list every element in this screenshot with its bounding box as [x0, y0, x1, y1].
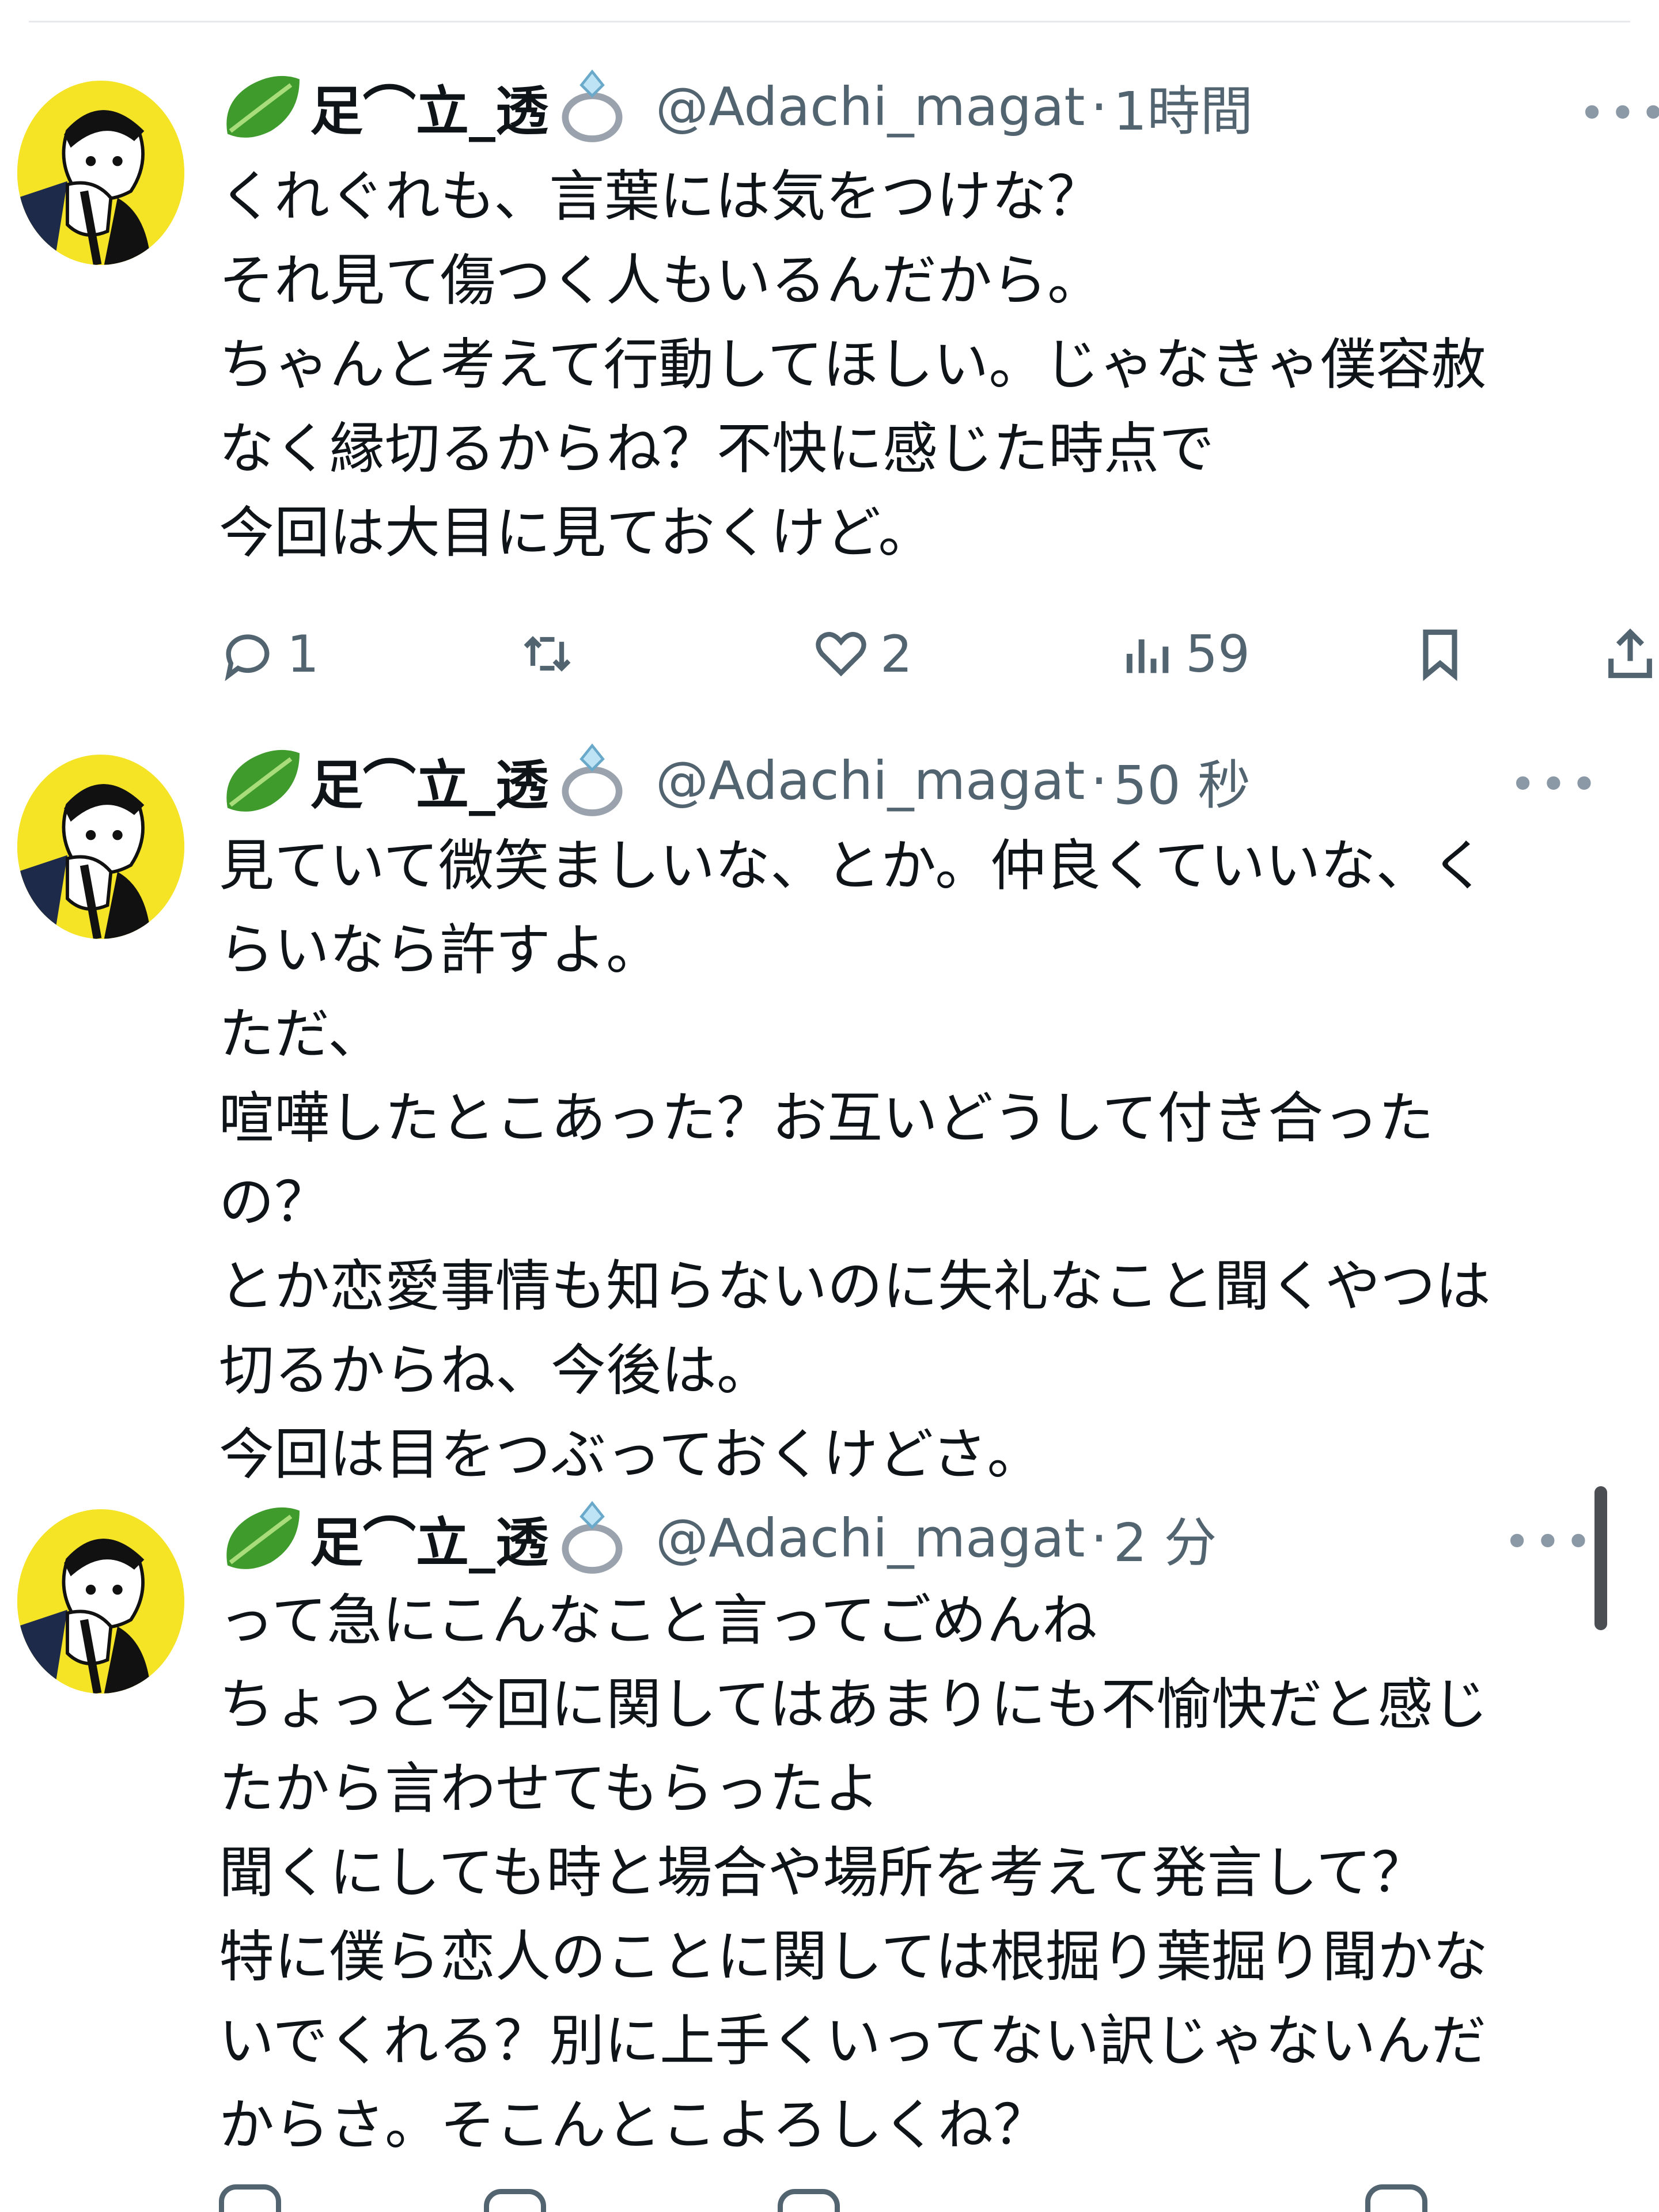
more-options-icon[interactable]: •••: [1503, 1515, 1596, 1569]
tweet-text-line: 今回は大目に見ておくけど。: [219, 501, 934, 565]
tweet-header: 足⌒立_透 @Adachi_magat · 50 秒: [219, 737, 1251, 824]
retweet-icon[interactable]: [484, 2189, 546, 2212]
share-icon: [1608, 628, 1652, 679]
avatar[interactable]: [17, 1509, 184, 1694]
tweet-text: って急にこんなこと言ってごめんね ちょっと今回に関してはあまりにも不愉快だと感じ…: [219, 1578, 1488, 2167]
share-button[interactable]: [1601, 611, 1659, 697]
tweet-text-line: ただ、: [219, 1002, 384, 1066]
tweet-text-line: ちゃんと考えて行動してほしい。じゃなきゃ僕容赦: [219, 332, 1487, 397]
ring-icon: [562, 743, 623, 816]
avatar[interactable]: [17, 755, 184, 939]
bar-chart-icon: [1126, 639, 1169, 673]
reply-button[interactable]: 1: [219, 611, 319, 697]
tweet-text-line: 今回は目をつぶっておくけどさ。: [219, 1422, 1043, 1487]
tweet-text-line: 見ていて微笑ましいな、とか。仲良くていいな、く: [219, 834, 1487, 898]
display-name[interactable]: 足⌒立_透: [310, 69, 548, 145]
separator-dot: ·: [1090, 75, 1108, 138]
more-options-icon[interactable]: •••: [1578, 86, 1659, 140]
view-count: 59: [1185, 624, 1250, 684]
tweet-text-line: たから言わせてもらったよ: [219, 1756, 880, 1821]
tweet-text-line: 特に僕ら恋人のことに関しては根掘り葉掘り聞かな: [219, 1925, 1488, 1989]
tweet-text-line: なく縁切るからね？不快に感じた時点で: [219, 416, 1214, 481]
tweet-text-line: 切るからね、今後は。: [219, 1338, 772, 1403]
speech-bubble-icon[interactable]: [219, 2184, 281, 2212]
timestamp[interactable]: 1時間: [1113, 69, 1253, 145]
tweet-text: くれぐれも、言葉には気をつけな？ それ見て傷つく人もいるんだから。 ちゃんと考え…: [219, 154, 1486, 575]
avatar-illustration: [17, 755, 184, 939]
like-button[interactable]: 2: [812, 611, 912, 697]
tweet-text-line: それ見て傷つく人もいるんだから。: [219, 248, 1103, 313]
user-handle[interactable]: @Adachi_magat: [656, 1508, 1085, 1569]
lettuce-leaf-icon: [226, 75, 300, 138]
timestamp[interactable]: 2 分: [1113, 1500, 1217, 1577]
retweet-icon: [524, 636, 571, 672]
heart-icon: [816, 632, 866, 677]
tweet-header: 足⌒立_透 @Adachi_magat · 2 分: [219, 1495, 1217, 1581]
speech-bubble-icon: [225, 634, 270, 681]
avatar-illustration: [17, 81, 184, 265]
tweet-text-line: とか恋愛事情も知らないのに失礼なこと聞くやつは: [219, 1254, 1491, 1319]
separator-dot: ·: [1090, 749, 1108, 812]
bookmark-button[interactable]: [1411, 611, 1479, 697]
views-button[interactable]: 59: [1118, 611, 1250, 697]
tweet-text-line: らいなら許すよ。: [219, 918, 661, 982]
reply-count: 1: [287, 624, 319, 684]
retweet-button[interactable]: [518, 611, 586, 697]
heart-icon[interactable]: [778, 2189, 840, 2212]
tweet-text-line: 喧嘩したとこあった？お互いどうして付き合った: [219, 1086, 1434, 1150]
lettuce-leaf-icon: [226, 749, 300, 812]
user-handle[interactable]: @Adachi_magat: [656, 750, 1085, 812]
tweet-text: 見ていて微笑ましいな、とか。仲良くていいな、く らいなら許すよ。 ただ、 喧嘩し…: [219, 824, 1491, 1497]
timestamp[interactable]: 50 秒: [1113, 743, 1251, 819]
bookmark-icon[interactable]: [1365, 2184, 1427, 2212]
tweet-actions-partial: [219, 2177, 1659, 2212]
like-count: 2: [880, 624, 912, 684]
tweet-text-line: ちょっと今回に関してはあまりにも不愉快だと感じ: [219, 1672, 1488, 1737]
separator-dot: ·: [1090, 1507, 1108, 1569]
tweet-actions: 1 2 59: [219, 611, 1659, 697]
tweet-text-line: って急にこんなこと言ってごめんね: [219, 1588, 1097, 1653]
tweet-text-line: の？: [219, 1170, 329, 1234]
ring-icon: [562, 69, 623, 142]
ring-icon: [562, 1501, 623, 1574]
scrollbar[interactable]: [1594, 1486, 1607, 1630]
bookmark-icon: [1423, 629, 1457, 681]
user-handle[interactable]: @Adachi_magat: [656, 76, 1085, 138]
tweet-header: 足⌒立_透 @Adachi_magat · 1時間: [219, 63, 1253, 150]
more-options-icon[interactable]: •••: [1509, 757, 1601, 811]
display-name[interactable]: 足⌒立_透: [310, 1500, 548, 1577]
tweet-text-line: くれぐれも、言葉には気をつけな？: [219, 164, 1103, 229]
tweet-text-line: いでくれる？別に上手くいってない訳じゃないんだ: [219, 2009, 1487, 2073]
tweet-text-line: 聞くにしても時と場合や場所を考えて発言して？: [219, 1840, 1427, 1905]
display-name[interactable]: 足⌒立_透: [310, 743, 548, 819]
avatar-illustration: [17, 1509, 184, 1694]
tweet-text-line: からさ。そこんとこよろしくね？: [219, 2093, 1048, 2157]
top-divider: [29, 21, 1630, 22]
avatar[interactable]: [17, 81, 184, 265]
lettuce-leaf-icon: [226, 1507, 300, 1569]
